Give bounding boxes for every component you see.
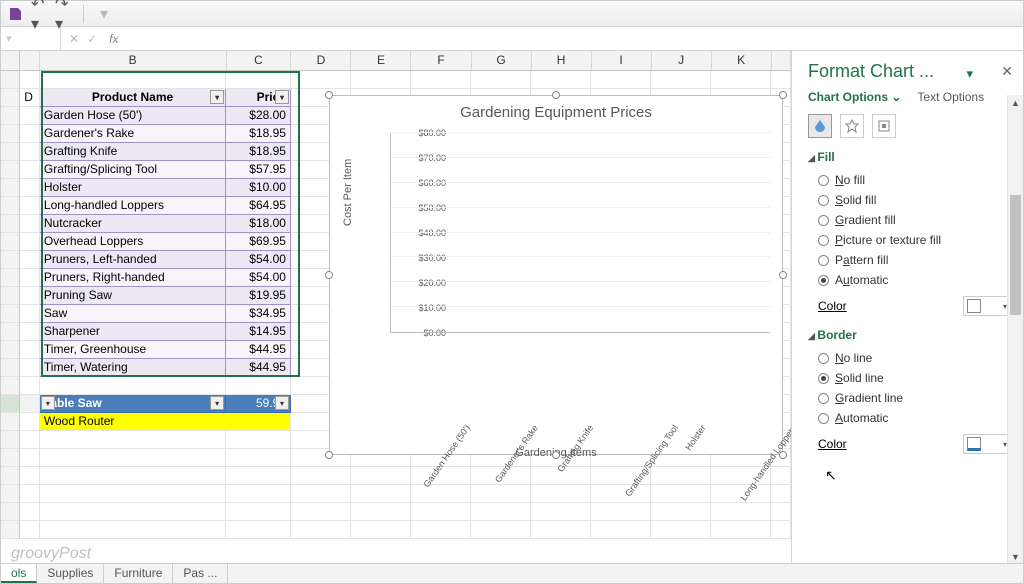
radio-solid-line[interactable]: Solid line (808, 368, 1011, 388)
pane-options-dropdown-icon[interactable]: ▾ (966, 66, 973, 82)
row-header[interactable] (1, 449, 20, 467)
sheet-tab-active[interactable]: ols (1, 564, 37, 583)
border-color-label: Color (818, 437, 847, 451)
column-headers: B C D E F G H I J K (1, 51, 791, 71)
tab-chart-options[interactable]: Chart Options ⌄ (808, 90, 901, 104)
row-header[interactable] (1, 413, 20, 431)
filter-icon[interactable] (210, 90, 224, 104)
row-header[interactable] (1, 305, 20, 323)
chart-bars[interactable] (391, 133, 770, 332)
row-header[interactable] (1, 287, 20, 305)
row-header[interactable] (1, 485, 20, 503)
sheet-tab-supplies[interactable]: Supplies (37, 564, 104, 583)
row-header[interactable] (1, 377, 20, 395)
row-header[interactable] (1, 395, 20, 413)
row-header[interactable] (1, 125, 20, 143)
chart-title[interactable]: Gardening Equipment Prices (330, 96, 782, 125)
pane-title: Format Chart ... (808, 61, 1011, 82)
radio-solid-fill[interactable]: Solid fill (808, 190, 1011, 210)
row-header[interactable] (1, 215, 20, 233)
radio-no-fill[interactable]: No fill (808, 170, 1011, 190)
fx-label[interactable]: fx (105, 32, 118, 46)
undo-icon[interactable]: ↶ ▾ (31, 6, 47, 22)
row-header[interactable] (1, 323, 20, 341)
cancel-icon[interactable]: ✕ (69, 32, 79, 46)
chart-object[interactable]: Gardening Equipment Prices Cost Per Item… (329, 95, 783, 455)
row-header[interactable] (1, 467, 20, 485)
sheet-tabs: ols Supplies Furniture Pas ... (1, 563, 1023, 583)
fill-color-swatch[interactable]: ▾ (963, 296, 1011, 316)
row-header[interactable] (1, 197, 20, 215)
redo-icon[interactable]: ↷ ▾ (55, 6, 71, 22)
row-header[interactable] (1, 89, 20, 107)
filter-icon[interactable] (41, 396, 55, 410)
row-header[interactable] (1, 179, 20, 197)
qat-customize-icon[interactable]: ▾ (96, 6, 112, 22)
row-header[interactable] (1, 359, 20, 377)
radio-gradient-fill[interactable]: Gradient fill (808, 210, 1011, 230)
select-all-corner[interactable] (1, 51, 20, 70)
row-header[interactable] (1, 503, 20, 521)
radio-pattern-fill[interactable]: Pattern fill (808, 250, 1011, 270)
filter-icon[interactable] (275, 90, 289, 104)
name-box[interactable]: ▾ (1, 27, 61, 50)
row-header[interactable] (1, 143, 20, 161)
y-axis-label[interactable]: Cost Per Item (342, 159, 354, 226)
radio-picture-fill[interactable]: Picture or texture fill (808, 230, 1011, 250)
radio-automatic-line[interactable]: Automatic (808, 408, 1011, 428)
row-header[interactable] (1, 251, 20, 269)
row-header[interactable] (1, 269, 20, 287)
sheet-tab-furniture[interactable]: Furniture (104, 564, 173, 583)
fill-color-label: Color (818, 299, 847, 313)
formula-bar: ▾ ✕ ✓ fx (1, 27, 1023, 51)
close-icon[interactable]: ✕ (1001, 63, 1013, 80)
effects-icon[interactable] (840, 114, 864, 138)
confirm-icon[interactable]: ✓ (87, 32, 97, 46)
format-chart-pane: Format Chart ... ▾ ✕ Chart Options ⌄ Tex… (791, 51, 1023, 565)
separator (83, 5, 84, 23)
row-header[interactable] (1, 71, 20, 89)
filter-icon[interactable] (210, 396, 224, 410)
row-header[interactable] (1, 107, 20, 125)
filter-icon[interactable] (275, 396, 289, 410)
border-section-header[interactable]: Border (808, 328, 1011, 342)
row-header[interactable] (1, 521, 20, 539)
radio-gradient-line[interactable]: Gradient line (808, 388, 1011, 408)
x-axis-ticks[interactable]: Garden Hose (50')Gardener's RakeGrafting… (390, 355, 770, 365)
fill-section-header[interactable]: Fill (808, 150, 1011, 164)
border-color-swatch[interactable]: ▾ (963, 434, 1011, 454)
row-header[interactable] (1, 161, 20, 179)
save-icon[interactable] (7, 6, 23, 22)
row-header[interactable] (1, 341, 20, 359)
size-properties-icon[interactable] (872, 114, 896, 138)
row-header[interactable] (1, 431, 20, 449)
row-header[interactable] (1, 233, 20, 251)
sheet-tab-pas[interactable]: Pas ... (173, 564, 228, 583)
radio-automatic-fill[interactable]: Automatic (808, 270, 1011, 290)
pane-scrollbar[interactable]: ▲▼ (1007, 95, 1023, 565)
radio-no-line[interactable]: No line (808, 348, 1011, 368)
fill-line-icon[interactable] (808, 114, 832, 138)
quick-access-toolbar: ↶ ▾ ↷ ▾ ▾ (1, 1, 1023, 27)
spreadsheet-grid[interactable]: B C D E F G H I J K DProduct NamePriceGa… (1, 51, 791, 565)
tab-text-options[interactable]: Text Options (917, 90, 984, 104)
